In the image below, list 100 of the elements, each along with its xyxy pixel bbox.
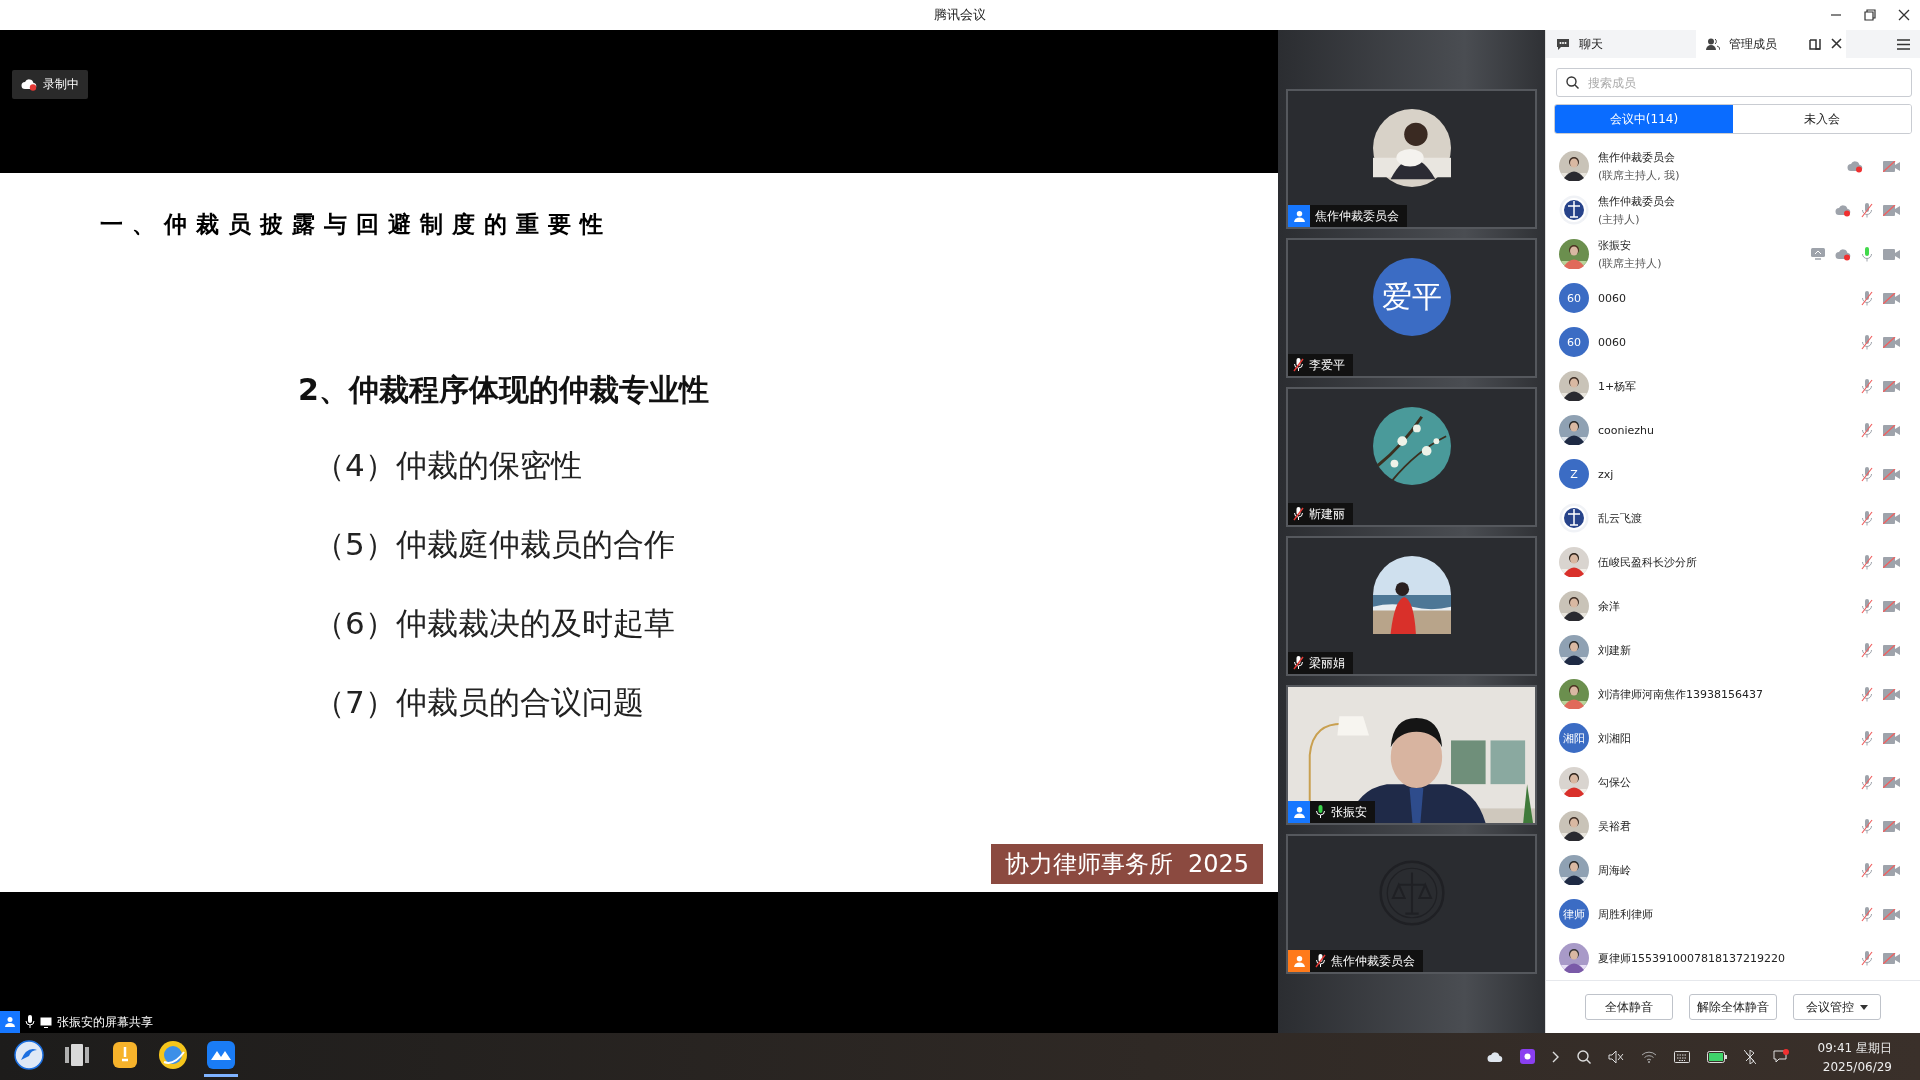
camera-app-icon[interactable] xyxy=(1519,1049,1535,1064)
wifi-icon[interactable] xyxy=(1640,1050,1657,1063)
camera-off-icon[interactable] xyxy=(1883,380,1900,392)
slide-bullet: （6）仲裁裁决的及时起草 xyxy=(314,604,676,643)
slide-bullet: （7）仲裁员的合议问题 xyxy=(314,683,645,722)
search-icon[interactable] xyxy=(1576,1049,1591,1064)
mic-muted-icon[interactable] xyxy=(1861,510,1873,526)
camera-off-icon[interactable] xyxy=(1883,160,1900,172)
battery-icon[interactable] xyxy=(1706,1050,1727,1063)
camera-off-icon[interactable] xyxy=(1883,732,1900,744)
notification-icon[interactable] xyxy=(1772,1049,1789,1064)
mic-muted-icon[interactable] xyxy=(1861,862,1873,878)
camera-off-icon[interactable] xyxy=(1883,512,1900,524)
close-icon[interactable] xyxy=(1831,38,1842,49)
meeting-control-dropdown[interactable]: 会议管控 xyxy=(1793,994,1881,1020)
camera-off-icon[interactable] xyxy=(1883,336,1900,348)
bluetooth-off-icon[interactable] xyxy=(1743,1049,1756,1064)
mic-muted-icon[interactable] xyxy=(1861,422,1873,438)
screen-share-icon xyxy=(40,1016,52,1028)
avatar-initials: 60 xyxy=(1559,283,1589,313)
speaker-muted-icon[interactable] xyxy=(1607,1049,1624,1064)
keyboard-icon[interactable] xyxy=(1673,1050,1690,1063)
slide-bullet: （5）仲裁庭仲裁员的合作 xyxy=(314,525,676,564)
member-name: 周海岭 xyxy=(1598,862,1631,878)
camera-off-icon[interactable] xyxy=(1883,864,1900,876)
panel-button[interactable]: 全体静音 xyxy=(1585,994,1673,1020)
caret-icon xyxy=(1860,1004,1868,1010)
member-name: 1+杨军 xyxy=(1598,378,1637,394)
camera-icon[interactable] xyxy=(1883,248,1900,260)
video-tile[interactable]: 焦作仲裁委员会 xyxy=(1286,834,1537,974)
cloud-record-icon xyxy=(21,78,37,91)
participant-name: 焦作仲裁委员会 xyxy=(1331,952,1415,970)
panel-tab[interactable]: 管理成员 xyxy=(1696,30,1846,58)
mic-muted-icon[interactable] xyxy=(1861,774,1873,790)
member-name: 刘湘阳 xyxy=(1598,730,1631,746)
mic-icon[interactable] xyxy=(1861,246,1873,262)
mic-muted-icon[interactable] xyxy=(1861,334,1873,350)
member-name: 勾保公 xyxy=(1598,774,1631,790)
panel-button[interactable]: 解除全体静音 xyxy=(1689,994,1777,1020)
emblem-avatar-icon xyxy=(1559,195,1589,225)
mic-muted-icon[interactable] xyxy=(1861,378,1873,394)
menu-icon[interactable] xyxy=(1897,38,1910,50)
mic-muted-icon[interactable] xyxy=(1861,202,1873,218)
mic-muted-icon[interactable] xyxy=(1861,598,1873,614)
video-tile[interactable]: 张振安 xyxy=(1286,685,1537,825)
video-tile[interactable]: 梁丽娟 xyxy=(1286,536,1537,676)
mic-muted-icon[interactable] xyxy=(1861,686,1873,702)
filter-tab[interactable]: 会议中(114) xyxy=(1555,105,1733,133)
search-field[interactable]: 搜索成员 xyxy=(1556,68,1912,97)
mic-muted-icon[interactable] xyxy=(1861,906,1873,922)
mic-muted-icon[interactable] xyxy=(1861,554,1873,570)
slide-footer: 协力律师事务所 2025 xyxy=(990,844,1263,884)
slide-heading: 一、仲裁员披露与回避制度的重要性 xyxy=(100,209,613,239)
mic-muted-icon[interactable] xyxy=(1861,818,1873,834)
member-role: (联席主持人) xyxy=(1598,255,1662,271)
camera-off-icon[interactable] xyxy=(1883,292,1900,304)
member-name: 刘建新 xyxy=(1598,642,1631,658)
mic-muted-icon[interactable] xyxy=(1861,466,1873,482)
restore-icon[interactable] xyxy=(1864,9,1876,21)
pop-out-icon[interactable] xyxy=(1809,38,1821,50)
mic-muted-icon[interactable] xyxy=(1861,642,1873,658)
camera-off-icon[interactable] xyxy=(1883,688,1900,700)
camera-off-icon[interactable] xyxy=(1883,644,1900,656)
camera-off-icon[interactable] xyxy=(1883,776,1900,788)
camera-off-icon[interactable] xyxy=(1883,468,1900,480)
member-name: 夏律师1553910007818137219220 xyxy=(1598,950,1785,966)
window-title: 腾讯会议 xyxy=(934,6,986,24)
participant-name: 李爱平 xyxy=(1309,356,1345,374)
camera-off-icon[interactable] xyxy=(1883,908,1900,920)
avatar-initials: 律师 xyxy=(1559,899,1589,929)
camera-off-icon[interactable] xyxy=(1883,204,1900,216)
member-name: 伍峻民盈科长沙分所 xyxy=(1598,554,1697,570)
participant-name: 梁丽娟 xyxy=(1309,654,1345,672)
camera-off-icon[interactable] xyxy=(1883,952,1900,964)
clock-date: 2025/06/29 xyxy=(1822,1059,1892,1074)
video-tile[interactable]: 爱平 李爱平 xyxy=(1286,238,1537,378)
mic-icon xyxy=(25,1015,35,1029)
camera-off-icon[interactable] xyxy=(1883,600,1900,612)
member-name: 刘清律师河南焦作13938156437 xyxy=(1598,686,1763,702)
mic-muted-icon[interactable] xyxy=(1861,950,1873,966)
cloud-icon[interactable] xyxy=(1486,1050,1503,1063)
participant-name: 靳建丽 xyxy=(1309,505,1345,523)
member-name: 焦作仲裁委员会 xyxy=(1598,149,1676,165)
camera-off-icon[interactable] xyxy=(1883,556,1900,568)
member-name: 0060 xyxy=(1598,335,1626,349)
recording-badge[interactable]: 录制中 xyxy=(12,70,88,99)
close-icon[interactable] xyxy=(1898,9,1910,21)
mic-muted-icon[interactable] xyxy=(1861,730,1873,746)
camera-off-icon[interactable] xyxy=(1883,820,1900,832)
participant-name: 焦作仲裁委员会 xyxy=(1315,207,1399,225)
video-tile[interactable]: 焦作仲裁委员会 xyxy=(1286,89,1537,229)
mic-muted-icon[interactable] xyxy=(1861,290,1873,306)
chevron-icon[interactable] xyxy=(1551,1050,1560,1063)
camera-off-icon[interactable] xyxy=(1883,424,1900,436)
participant-name: 张振安 xyxy=(1331,803,1367,821)
video-tile[interactable]: 靳建丽 xyxy=(1286,387,1537,527)
member-name: 乱云飞渡 xyxy=(1598,510,1642,526)
member-role: (主持人) xyxy=(1598,211,1641,227)
slide-bullet: （4）仲裁的保密性 xyxy=(314,446,583,485)
member-name: 余洋 xyxy=(1598,598,1620,614)
